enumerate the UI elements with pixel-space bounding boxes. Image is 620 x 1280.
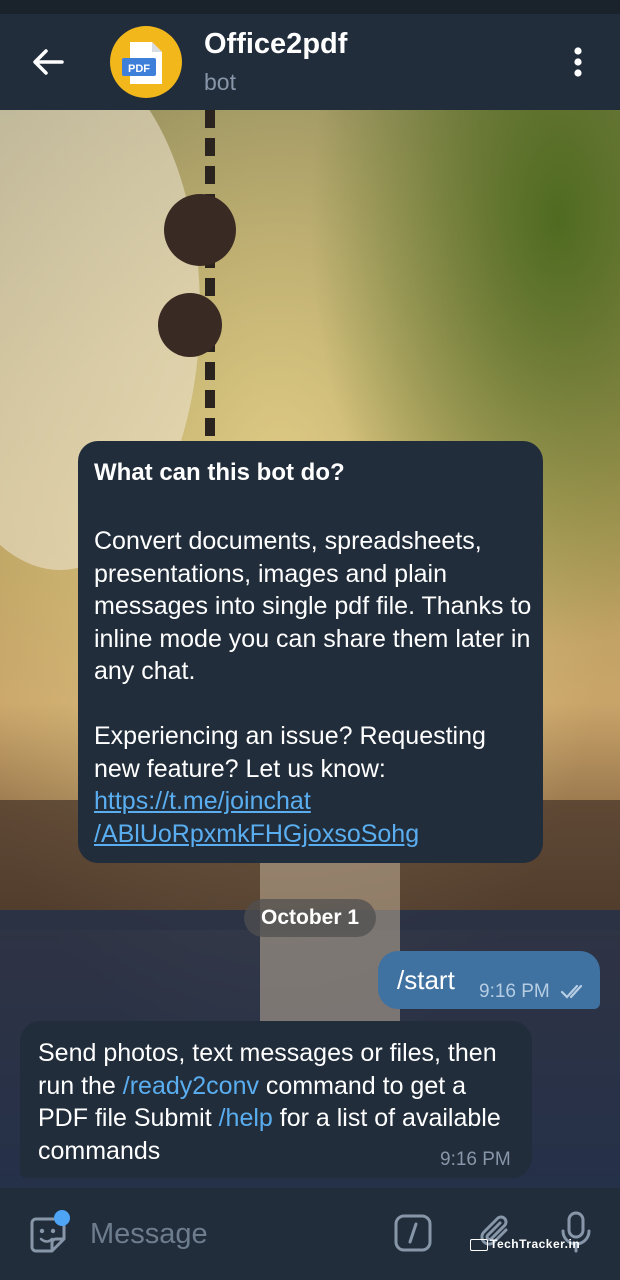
back-arrow-icon[interactable] (28, 44, 68, 80)
bot-info-heading: What can this bot do? (94, 459, 345, 486)
bot-commands-icon[interactable] (394, 1214, 432, 1252)
notification-dot (54, 1210, 70, 1226)
avatar-label: PDF (128, 63, 150, 75)
double-check-icon (560, 984, 583, 999)
message-text: /start (397, 965, 455, 995)
message-composer: TechTracker.in (0, 1188, 620, 1280)
outgoing-message[interactable]: /start 9:16 PM (378, 951, 600, 1009)
bot-description-card: What can this bot do? Convert documents,… (78, 441, 543, 863)
joinchat-link-line2[interactable]: /ABlUoRpxmkFHGjoxsoSohg (94, 820, 419, 848)
more-options-icon[interactable] (560, 44, 596, 80)
message-text: Send photos, text messages or files, the… (38, 1037, 522, 1167)
bot-avatar[interactable]: PDF (110, 26, 182, 98)
message-time: 9:16 PM (479, 981, 550, 1002)
joinchat-link[interactable]: https://t.me/joinchat/ABlUoRpxmkFHGjoxso… (94, 787, 419, 848)
incoming-message[interactable]: Send photos, text messages or files, the… (20, 1021, 532, 1178)
command-help[interactable]: /help (219, 1104, 273, 1132)
command-ready2conv[interactable]: /ready2conv (123, 1072, 259, 1100)
bot-info-description: Convert documents, spreadsheets, present… (94, 527, 532, 685)
issue-text: Experiencing an issue? Requesting new fe… (94, 722, 486, 783)
watermark: TechTracker.in (490, 1237, 581, 1251)
chat-title[interactable]: Office2pdf (204, 28, 347, 61)
date-separator: October 1 (244, 899, 376, 937)
chat-subtitle: bot (204, 69, 236, 95)
message-input[interactable] (90, 1214, 380, 1254)
joinchat-link-line1[interactable]: https://t.me/joinchat (94, 787, 311, 815)
bot-info-issue: Experiencing an issue? Requesting new fe… (94, 720, 534, 850)
chat-header: PDF Office2pdf bot (0, 14, 620, 110)
pdf-file-icon: PDF (122, 42, 162, 84)
message-time: 9:16 PM (440, 1149, 511, 1170)
watermark-logo (470, 1239, 488, 1251)
status-bar (0, 0, 620, 14)
